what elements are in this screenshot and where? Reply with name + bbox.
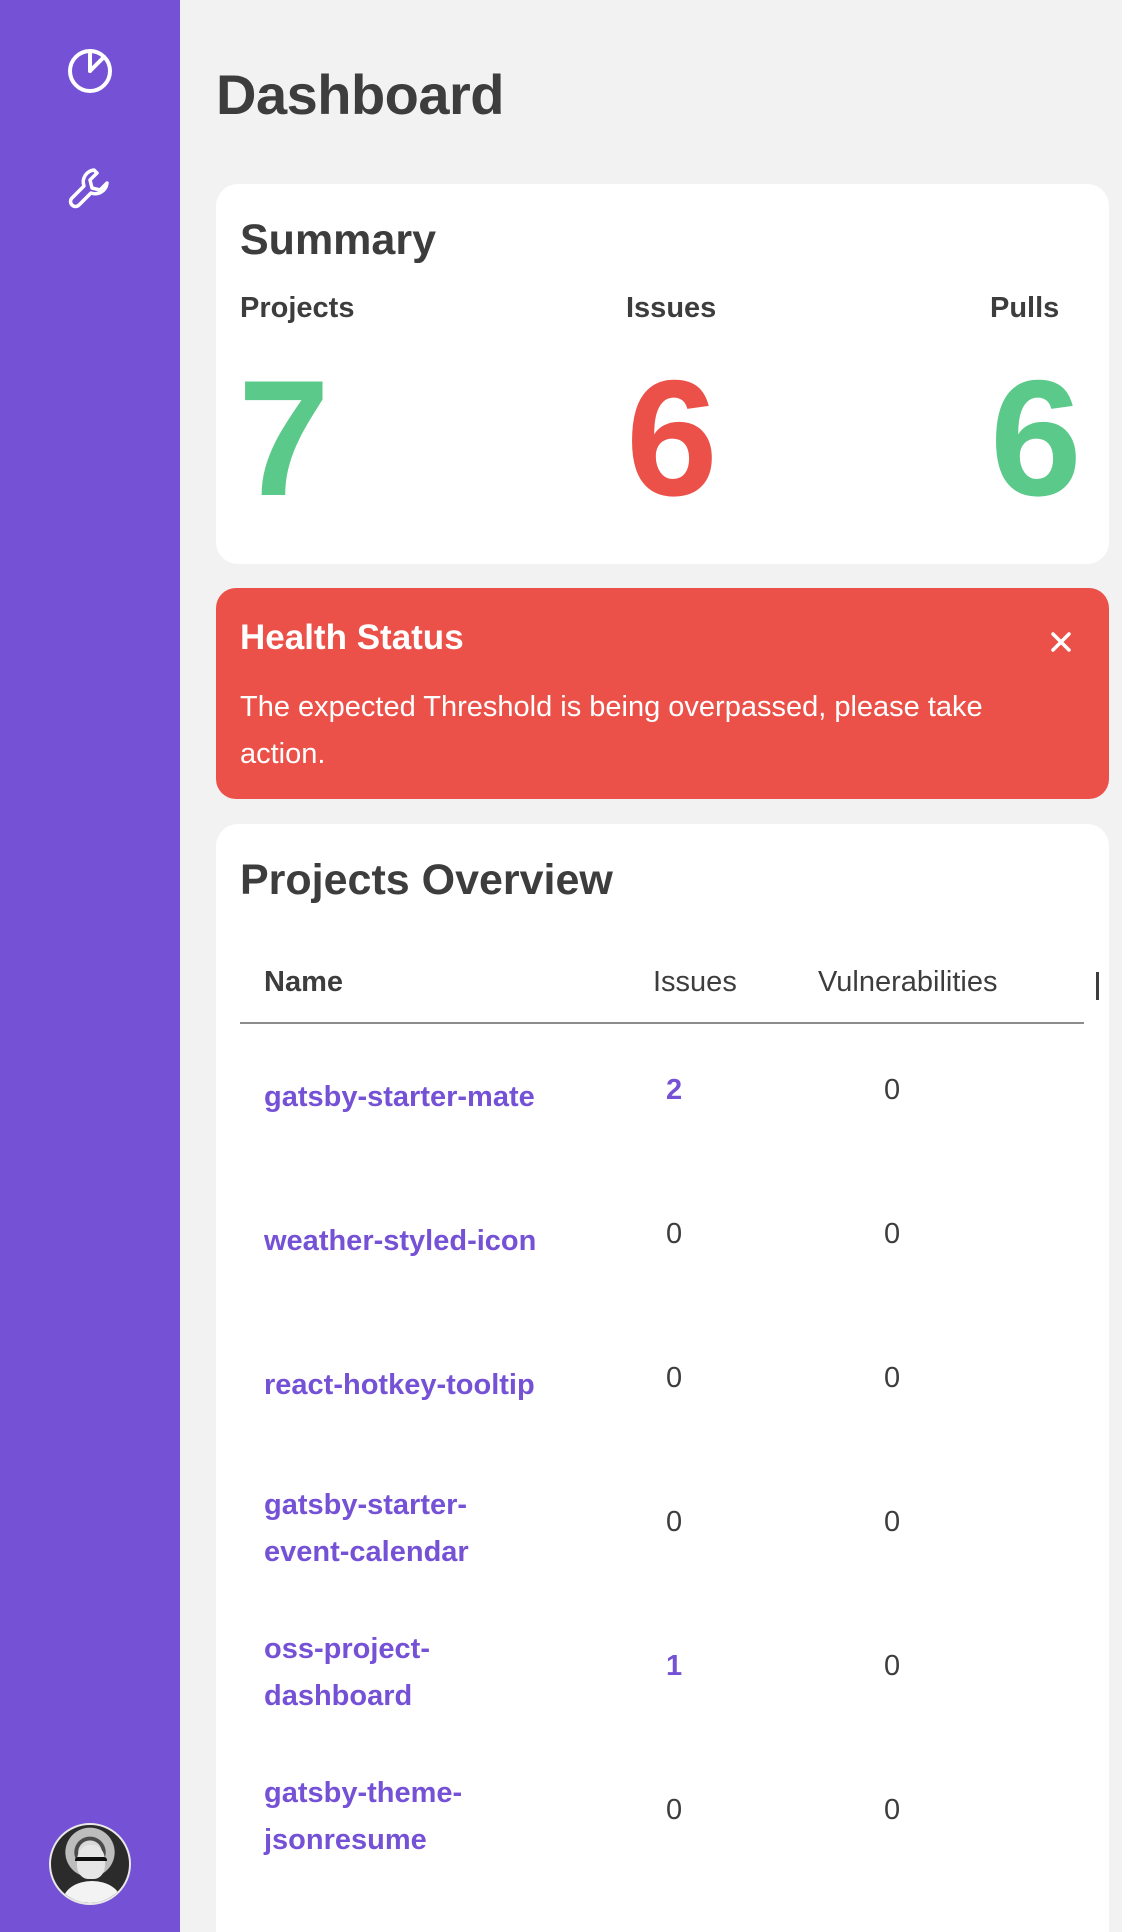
close-icon [1051, 632, 1071, 652]
stat-value: 6 [990, 346, 1082, 530]
alert-title: Health Status [240, 618, 464, 657]
table-row: gatsby-starter-mate 2 0 [240, 1024, 1084, 1168]
column-header-name[interactable]: Name [264, 966, 343, 999]
stat-pulls: Pulls 6 [990, 292, 1082, 521]
table-row: oss-project-dashboard 1 0 [240, 1600, 1084, 1744]
nav-dashboard-button[interactable] [62, 42, 118, 98]
projects-title: Projects Overview [240, 856, 613, 904]
issues-count: 0 [666, 1362, 683, 1394]
projects-table: Name Issues Vulnerabilities gatsby-start… [240, 944, 1099, 1888]
nav-settings-button[interactable] [62, 160, 118, 216]
page-title: Dashboard [216, 63, 505, 126]
vulnerabilities-count: 0 [884, 1362, 901, 1394]
stat-label: Pulls [990, 292, 1060, 324]
stat-label: Issues [626, 292, 717, 324]
project-name-link[interactable]: gatsby-starter-mate [264, 1074, 564, 1121]
project-name-link[interactable]: oss-project-dashboard [264, 1626, 464, 1720]
stat-issues: Issues 6 [626, 292, 718, 521]
project-name-link[interactable]: weather-styled-icon [264, 1218, 564, 1265]
table-row: gatsby-theme-jsonresume 0 0 [240, 1744, 1084, 1888]
vulnerabilities-count: 0 [884, 1794, 901, 1826]
avatar[interactable] [49, 1823, 131, 1905]
issues-count-link[interactable]: 2 [666, 1074, 682, 1107]
project-name-link[interactable]: react-hotkey-tooltip [264, 1362, 564, 1409]
table-row: weather-styled-icon 0 0 [240, 1168, 1084, 1312]
stat-value: 6 [626, 346, 718, 530]
close-alert-button[interactable] [1043, 624, 1079, 660]
project-name-link[interactable]: gatsby-starter-event-calendar [264, 1482, 504, 1576]
projects-overview-card: Projects Overview Name Issues Vulnerabil… [216, 824, 1109, 1932]
stat-projects: Projects 7 [238, 292, 355, 521]
vulnerabilities-count: 0 [884, 1074, 901, 1106]
vulnerabilities-count: 0 [884, 1650, 901, 1682]
issues-count: 0 [666, 1506, 683, 1538]
project-name-link[interactable]: gatsby-theme-jsonresume [264, 1770, 494, 1864]
table-header: Name Issues Vulnerabilities [240, 944, 1099, 1024]
pie-chart-icon [68, 49, 112, 93]
health-status-alert: Health Status The expected Threshold is … [216, 588, 1109, 799]
table-row: react-hotkey-tooltip 0 0 [240, 1312, 1084, 1456]
stat-label: Projects [240, 292, 355, 324]
stat-value: 7 [238, 346, 330, 530]
column-header-issues[interactable]: Issues [653, 966, 737, 999]
column-header-vulnerabilities[interactable]: Vulnerabilities [818, 966, 997, 999]
vulnerabilities-count: 0 [884, 1218, 901, 1250]
alert-message: The expected Threshold is being overpass… [240, 691, 983, 770]
issues-count-link[interactable]: 1 [666, 1650, 682, 1683]
vulnerabilities-count: 0 [884, 1506, 901, 1538]
issues-count: 0 [666, 1218, 683, 1250]
wrench-icon [68, 168, 109, 209]
issues-count: 0 [666, 1794, 683, 1826]
sidebar [0, 0, 180, 1932]
summary-title: Summary [240, 216, 436, 264]
table-row: gatsby-starter-event-calendar 0 0 [240, 1456, 1084, 1600]
summary-card: Summary Projects 7 Issues 6 Pulls 6 [216, 184, 1109, 564]
column-header-truncated [1096, 972, 1099, 1000]
